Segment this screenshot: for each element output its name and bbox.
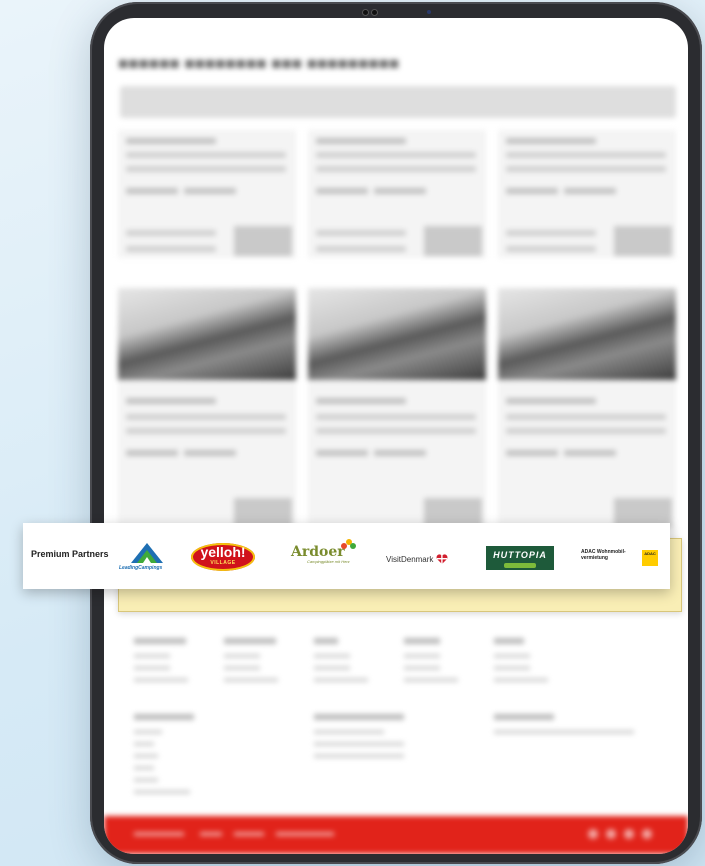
yelloh-sub-text: VILLAGE	[210, 560, 236, 566]
visit-denmark-text: VisitDenmark	[386, 554, 434, 564]
result-card-with-image[interactable]	[118, 288, 296, 538]
campsite-photo	[308, 288, 486, 380]
huttopia-text: HUTTOPIA	[493, 550, 547, 560]
logo-visit-denmark[interactable]: VisitDenmark	[386, 554, 448, 564]
result-card[interactable]	[498, 130, 676, 258]
sensor-icon	[427, 10, 431, 14]
logo-huttopia[interactable]: HUTTOPIA	[486, 546, 554, 570]
logo-adac-wohnmobil[interactable]: ADAC Wohnmobil-vermietung	[581, 549, 637, 561]
leading-campings-text: LeadingCampings	[119, 565, 163, 571]
camera-icon	[363, 10, 377, 15]
partners-label: Premium Partners	[31, 549, 109, 559]
adac-text: ADAC Wohnmobil-vermietung	[581, 549, 626, 561]
logo-leading-campings[interactable]: LeadingCampings	[119, 541, 171, 577]
result-card-with-image[interactable]	[308, 288, 486, 538]
logo-ardoer[interactable]: Ardoer Campingplätze mit Herz	[291, 539, 361, 575]
footer-bar	[104, 816, 688, 854]
visit-denmark-heart-icon	[436, 554, 448, 564]
leading-campings-mountain-icon	[131, 543, 163, 563]
yelloh-text: yelloh!	[200, 544, 246, 560]
page-title: ■■■■■■ ■■■■■■■■ ■■■ ■■■■■■■■■	[118, 54, 400, 73]
result-card[interactable]	[118, 130, 296, 258]
blurred-search-results: ■■■■■■ ■■■■■■■■ ■■■ ■■■■■■■■■	[104, 18, 688, 854]
result-card[interactable]	[308, 130, 486, 258]
tablet-frame: ■■■■■■ ■■■■■■■■ ■■■ ■■■■■■■■■	[90, 2, 702, 864]
adac-badge: ADAC	[642, 550, 658, 566]
huttopia-underline	[504, 563, 536, 568]
tablet-screen: ■■■■■■ ■■■■■■■■ ■■■ ■■■■■■■■■	[104, 18, 688, 854]
result-card-with-image[interactable]	[498, 288, 676, 538]
premium-partners-bar: Premium Partners LeadingCampings yelloh!…	[23, 523, 670, 589]
logo-yelloh-village[interactable]: yelloh! VILLAGE	[191, 543, 255, 571]
search-bar[interactable]	[120, 86, 676, 118]
ardoer-flower-icon	[341, 539, 356, 549]
campsite-photo	[118, 288, 296, 380]
campsite-photo	[498, 288, 676, 380]
